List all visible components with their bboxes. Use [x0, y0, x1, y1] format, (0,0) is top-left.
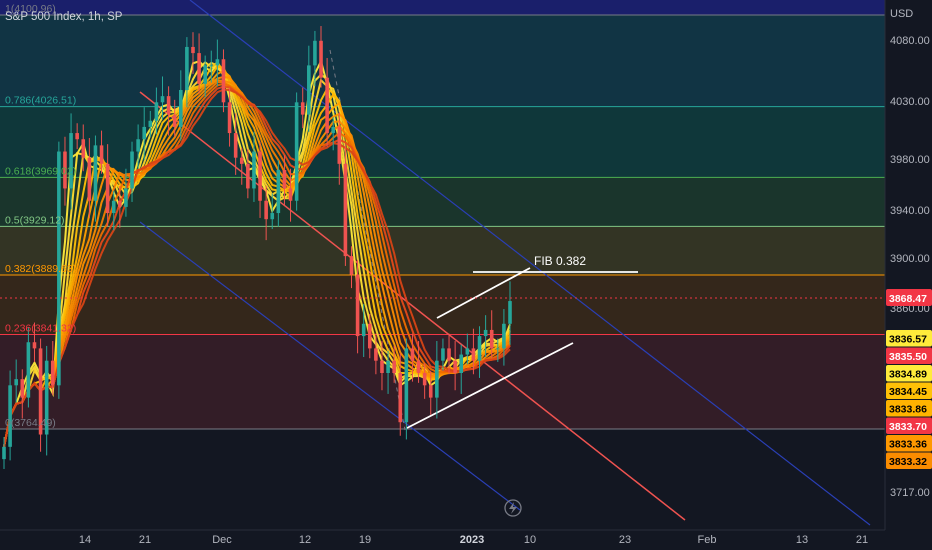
fib-level-label: 0.382(3889.63) [5, 263, 76, 275]
chart-title: S&P 500 Index, 1h, SP [5, 11, 123, 23]
time-axis[interactable] [0, 530, 885, 550]
y-tick-label: 3717.00 [890, 487, 930, 499]
ribbon-price-tag: 3833.36 [886, 435, 932, 452]
y-tick-label: 3900.00 [890, 253, 930, 265]
svg-text:3833.70: 3833.70 [889, 421, 927, 433]
fib-annotation-label[interactable]: FIB 0.382 [534, 254, 586, 268]
fib-zone [0, 226, 885, 276]
x-tick-label: 19 [359, 534, 371, 546]
ribbon-price-tag: 3833.70 [886, 417, 932, 434]
x-tick-label: 10 [524, 534, 536, 546]
x-tick-label: 13 [796, 534, 808, 546]
x-tick-label: 21 [139, 534, 151, 546]
y-tick-label: 3940.00 [890, 205, 930, 217]
lightning-icon[interactable] [504, 499, 522, 517]
ribbon-price-tag: 3836.57 [886, 330, 932, 347]
ribbon-price-tag: 3833.86 [886, 400, 932, 417]
svg-text:3833.86: 3833.86 [889, 404, 927, 416]
x-tick-label: Dec [212, 534, 232, 546]
zone-top [0, 0, 885, 15]
candle [294, 92, 299, 211]
svg-text:3836.57: 3836.57 [889, 334, 927, 346]
ribbon-price-tag: 3833.32 [886, 452, 932, 469]
svg-text:3835.50: 3835.50 [889, 351, 927, 363]
currency-label: USD [890, 8, 913, 20]
candlestick-chart[interactable]: 1(4100.96)0.786(4026.51)0.618(3969.02)0.… [0, 0, 932, 550]
last-price-tag: 3868.47 [886, 289, 932, 306]
candle [38, 338, 43, 452]
x-tick-label: 21 [856, 534, 868, 546]
fib-level-label: 0.618(3969.02) [5, 165, 76, 177]
fib-level-label: 0.5(3929.12) [5, 214, 65, 226]
ribbon-price-tag: 3834.45 [886, 382, 932, 399]
svg-text:3833.36: 3833.36 [889, 439, 927, 451]
svg-text:3834.89: 3834.89 [889, 369, 927, 381]
ribbon-price-tag: 3834.89 [886, 365, 932, 382]
candle [44, 345, 49, 456]
y-tick-label: 4030.00 [890, 96, 930, 108]
fib-zone [0, 15, 885, 107]
x-tick-label: 14 [79, 534, 91, 546]
y-tick-label: 3980.00 [890, 154, 930, 166]
x-tick-label: 23 [619, 534, 631, 546]
svg-text:3834.45: 3834.45 [889, 386, 927, 398]
x-tick-label: 2023 [460, 534, 484, 546]
ribbon-price-tag: 3835.50 [886, 347, 932, 364]
fib-level-label: 0(3764.49) [5, 417, 56, 429]
svg-text:3868.47: 3868.47 [889, 293, 927, 305]
svg-text:3833.32: 3833.32 [889, 456, 927, 468]
x-tick-label: 12 [299, 534, 311, 546]
fib-level-label: 0.236(3841.32) [5, 322, 76, 334]
x-tick-label: Feb [698, 534, 717, 546]
y-tick-label: 4080.00 [890, 35, 930, 47]
fib-zone [0, 275, 885, 335]
fib-level-label: 0.786(4026.51) [5, 95, 76, 107]
